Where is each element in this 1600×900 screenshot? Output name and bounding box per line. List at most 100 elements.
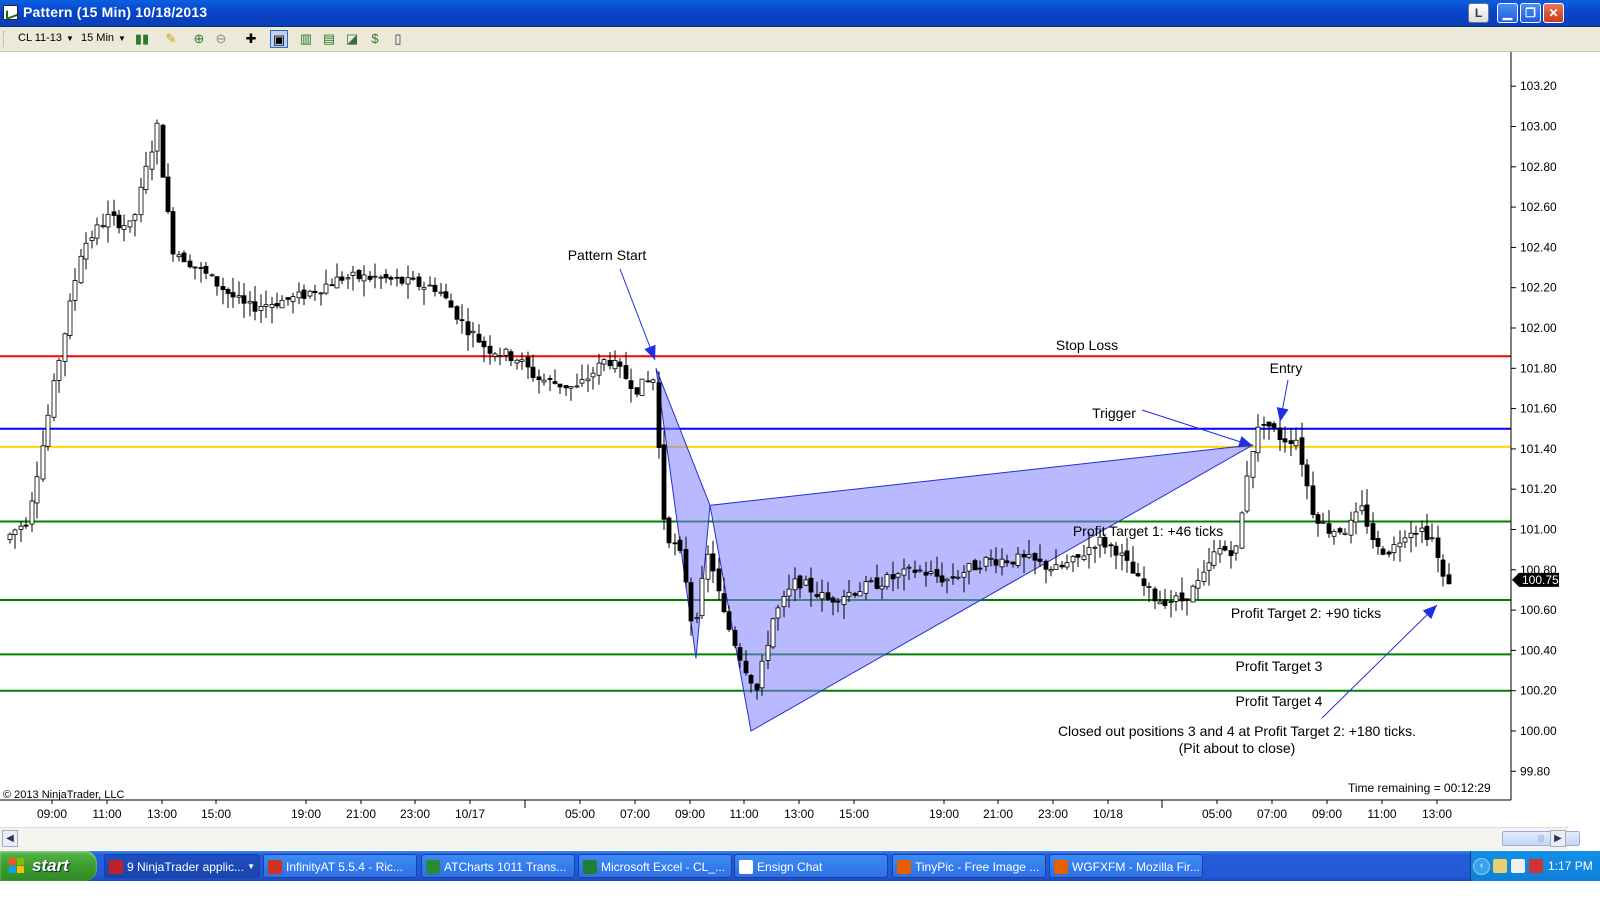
window-titlebar[interactable]: Pattern (15 Min) 10/18/2013 L ▁ ❐ ✕ [0,0,1600,27]
candle-body [410,277,416,280]
candle-body [1004,560,1010,564]
tray-expand-icon[interactable]: ‹ [1473,858,1490,875]
price-chart[interactable]: Pattern Start Stop Loss Trigger Entry Profit… [0,52,1600,852]
start-button[interactable]: start [0,851,97,881]
candle-body [67,300,73,336]
toolbar-grip[interactable] [3,31,7,47]
tray-security-icon[interactable] [1529,859,1543,873]
tray-app-icon[interactable] [1493,859,1507,873]
bar-style-icon[interactable]: ▮▮ [133,30,151,48]
indicators-icon[interactable]: ▤ [320,30,338,48]
candle-body [1277,427,1283,440]
time-tick-label: 23:00 [1038,807,1068,821]
candle-body [808,577,814,593]
taskbar-item[interactable]: 9 NinjaTrader applic... ▼ [104,854,260,878]
candle-body [296,291,302,299]
data-box-icon[interactable]: ▣ [270,30,288,48]
instrument-selector[interactable]: CL 11-13 ▼ [18,32,74,44]
candle-body [241,295,247,304]
profit-target-2-label: Profit Target 2: +90 ticks [1231,605,1381,621]
candle-body [399,276,405,284]
candle-body [274,303,280,307]
candle-body [181,252,187,263]
taskbar-item[interactable]: ATCharts 1011 Trans... [421,854,575,878]
candle-body [879,585,885,590]
candle-body [754,683,760,691]
properties-icon[interactable]: ▯ [389,30,407,48]
profit-target-4-label: Profit Target 4 [1236,693,1323,709]
chart-scrollbar[interactable]: ◀ ||| ▶ [0,827,1580,850]
candle-body [481,340,487,348]
price-tick-label: 102.20 [1520,281,1557,295]
start-label: start [32,856,69,875]
crosshair-icon[interactable]: ✚ [242,30,260,48]
candle-body [230,292,236,298]
candle-body [514,359,520,364]
candle-body [710,553,716,572]
candle-body [1010,561,1016,565]
candle-body [18,525,24,530]
scroll-right-arrow-icon[interactable]: ▶ [1550,830,1566,847]
candle-body [775,607,781,619]
candle-body [339,276,345,281]
candle-body [1168,601,1174,604]
candle-body [568,386,574,389]
taskbar-item[interactable]: Microsoft Excel - CL_... [578,854,732,878]
candle-body [1157,601,1163,605]
candle-body [1261,424,1267,426]
candle-body [1320,521,1326,524]
candle-body [269,304,275,308]
scroll-thumb[interactable]: ||| [1502,831,1580,846]
time-tick-label: 13:00 [147,807,177,821]
time-remaining-text: Time remaining = 00:12:29 [1348,781,1491,795]
price-tick-label: 100.20 [1520,684,1557,698]
candle-body [23,524,29,527]
candle-body [1141,578,1147,586]
candle-body [1124,550,1130,561]
task-label: InfinityAT 5.5.4 - Ric... [286,860,403,874]
time-tick-label: 23:00 [400,807,430,821]
chart-properties-icon[interactable]: ◪ [343,30,361,48]
taskbar-item[interactable]: WGFXFM - Mozilla Fir... [1049,854,1203,878]
close-button[interactable]: ✕ [1543,3,1564,23]
candle-body [1239,512,1245,549]
candle-body [1059,564,1065,568]
taskbar-item[interactable]: TinyPic - Free Image ... [892,854,1046,878]
order-icon[interactable]: $ [366,30,384,48]
restore-button[interactable]: ❐ [1520,3,1541,23]
zoom-in-icon[interactable]: ⊕ [190,30,208,48]
candle-body [596,362,602,376]
candle-body [121,225,127,230]
candle-body [666,517,672,544]
candle-body [1288,440,1294,444]
time-tick-label: 21:00 [346,807,376,821]
candle-body [367,275,373,280]
candle-body [895,573,901,578]
task-label: 9 NinjaTrader applic... [127,860,244,874]
tray-volume-icon[interactable] [1511,859,1525,873]
strategy-icon[interactable]: ▥ [297,30,315,48]
candle-body [1162,599,1168,606]
candle-body [1310,485,1316,515]
system-tray: ‹ 1:17 PM [1470,851,1600,881]
closed-out-note: Closed out positions 3 and 4 at Profit T… [1058,723,1416,739]
zoom-out-icon[interactable]: ⊖ [212,30,230,48]
scroll-left-arrow-icon[interactable]: ◀ [2,830,18,847]
link-button[interactable]: L [1468,3,1489,23]
task-label: Microsoft Excel - CL_... [601,860,726,874]
candle-body [928,571,934,574]
task-app-icon [739,860,753,874]
group-dropdown-icon[interactable]: ▼ [247,855,255,877]
interval-selector[interactable]: 15 Min ▼ [81,32,126,44]
taskbar-item[interactable]: Ensign Chat [734,854,888,878]
candle-body [612,360,618,370]
candle-body [1342,532,1348,535]
taskbar-item[interactable]: InfinityAT 5.5.4 - Ric... [263,854,417,878]
minimize-button[interactable]: ▁ [1497,3,1518,23]
candle-body [765,644,771,661]
drawing-pencil-icon[interactable]: ✎ [162,30,180,48]
candle-body [841,596,847,605]
candle-body [1435,537,1441,558]
candle-body [503,348,509,356]
windows-taskbar: start 9 NinjaTrader applic... ▼ InfinityAT… [0,851,1600,881]
